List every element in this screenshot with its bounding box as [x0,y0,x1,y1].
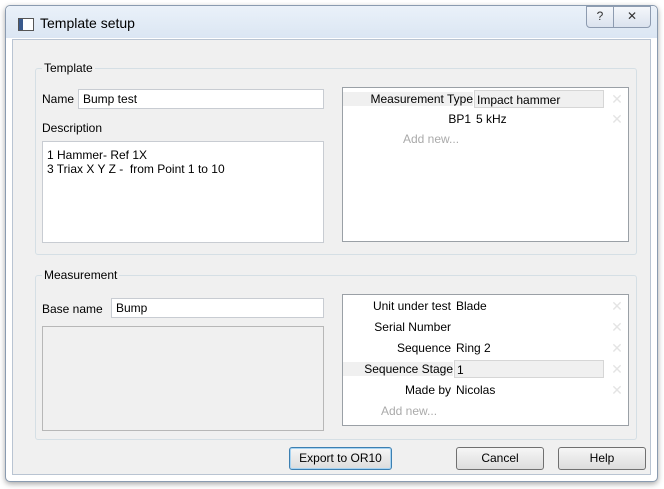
property-key: Sequence [396,341,451,355]
property-value[interactable]: Ring 2 [456,341,491,355]
template-group: Template Name Bump test Description 1 Ha… [35,61,637,255]
base-name-field[interactable]: Bump [111,298,324,318]
measurement-property-row[interactable]: Sequence Ring 2 ✕ [343,339,628,359]
question-mark-icon: ? [596,9,604,23]
property-key: BP1 [448,112,471,126]
property-key: Sequence Stage [343,362,453,376]
property-value[interactable]: 1 [454,360,604,378]
measurement-property-row[interactable]: Unit under test Blade ✕ [343,297,628,317]
property-value[interactable]: Blade [456,299,487,313]
measurement-property-row[interactable]: Sequence Stage 1 ✕ [343,360,628,380]
template-property-row[interactable]: BP1 5 kHz ✕ [343,110,628,130]
property-value[interactable]: Nicolas [456,383,495,397]
dialog-client-area: Template Name Bump test Description 1 Ha… [12,39,651,475]
measurement-group-title: Measurement [42,268,120,282]
window-title: Template setup [40,15,135,31]
add-new-template-property[interactable]: Add new... [403,132,459,146]
name-field[interactable]: Bump test [78,89,324,109]
measurement-property-row[interactable]: Serial Number ✕ [343,318,628,338]
base-name-label: Base name [42,302,103,316]
remove-property-icon[interactable]: ✕ [610,320,624,334]
help-title-button[interactable]: ? [586,6,614,28]
property-key: Measurement Type [343,92,473,106]
measurement-group: Measurement Base name Bump Unit under te… [35,268,637,440]
property-key: Made by [404,383,451,397]
window-app-icon [18,18,34,31]
remove-property-icon[interactable]: ✕ [610,383,624,397]
property-key: Serial Number [374,320,451,334]
name-label: Name [42,92,75,106]
remove-property-icon[interactable]: ✕ [610,341,624,355]
property-value[interactable]: 5 kHz [476,112,507,126]
template-group-title: Template [42,61,95,75]
measurement-properties-list: Unit under test Blade ✕ Serial Number ✕ … [342,294,629,426]
description-field[interactable]: 1 Hammer- Ref 1X 3 Triax X Y Z - from Po… [42,141,324,243]
cancel-button[interactable]: Cancel [456,447,544,470]
measurement-property-row[interactable]: Made by Nicolas ✕ [343,381,628,401]
dialog-window: Template setup ? ✕ Template Name Bump te… [5,5,658,482]
template-property-row[interactable]: Measurement Type Impact hammer ✕ [343,90,628,110]
remove-property-icon[interactable]: ✕ [610,112,624,126]
remove-property-icon[interactable]: ✕ [610,92,624,106]
export-to-or10-button[interactable]: Export to OR10 [289,447,392,470]
description-label: Description [42,121,103,135]
template-properties-list: Measurement Type Impact hammer ✕ BP1 5 k… [342,87,629,242]
close-icon: ✕ [626,9,638,23]
close-button[interactable]: ✕ [613,6,651,28]
property-key: Unit under test [372,299,451,313]
title-bar[interactable]: Template setup ? ✕ [6,6,657,38]
property-value[interactable]: Impact hammer [474,90,604,108]
measurement-preview-box [42,326,324,431]
add-new-measurement-property[interactable]: Add new... [381,404,437,418]
help-button[interactable]: Help [558,447,646,470]
remove-property-icon[interactable]: ✕ [610,362,624,376]
remove-property-icon[interactable]: ✕ [610,299,624,313]
